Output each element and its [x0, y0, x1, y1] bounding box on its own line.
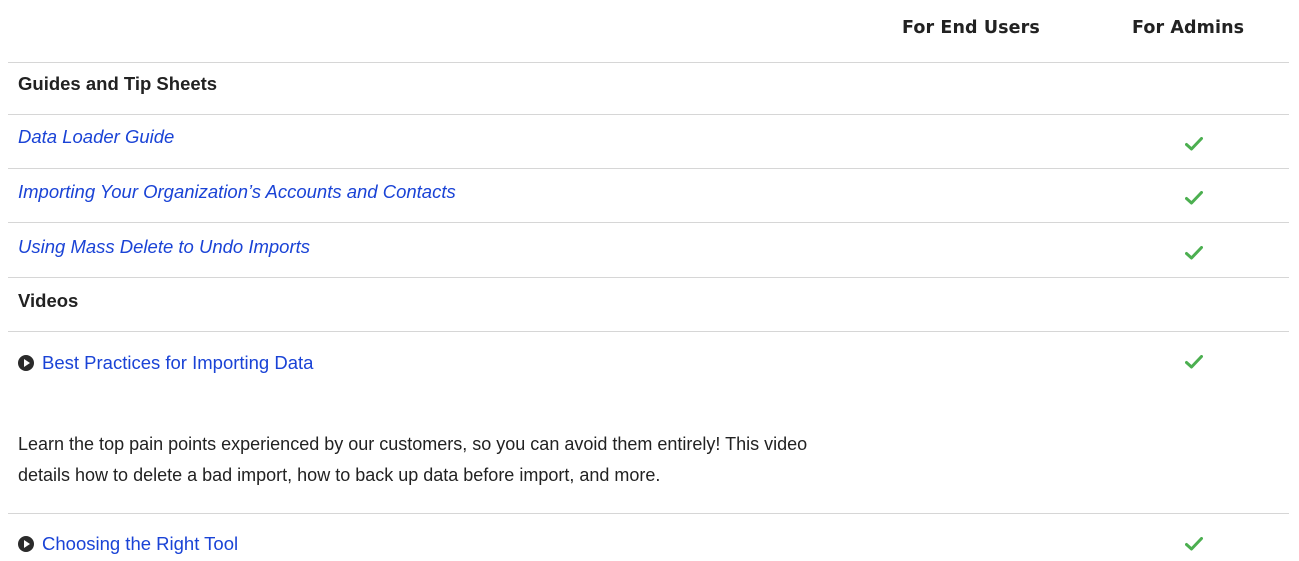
video-link-best-practices[interactable]: Best Practices for Importing Data [42, 352, 313, 374]
divider [8, 513, 1289, 514]
guide-link-mass-delete[interactable]: Using Mass Delete to Undo Imports [18, 236, 310, 258]
checkmark-icon [1185, 537, 1203, 551]
section-title-guides: Guides and Tip Sheets [18, 73, 218, 94]
divider [8, 114, 1289, 115]
video-item-best-practices: Best Practices for Importing Data [18, 352, 313, 374]
play-icon[interactable] [18, 536, 34, 552]
video-link-choosing-tool[interactable]: Choosing the Right Tool [42, 533, 238, 555]
divider [8, 277, 1289, 278]
play-icon[interactable] [18, 355, 34, 371]
guide-link-data-loader[interactable]: Data Loader Guide [18, 126, 174, 148]
checkmark-icon [1185, 191, 1203, 205]
divider [8, 331, 1289, 332]
column-header-admins: For Admins [1132, 18, 1245, 38]
guide-link-importing-accounts[interactable]: Importing Your Organization’s Accounts a… [18, 181, 456, 203]
checkmark-icon [1185, 355, 1203, 369]
column-header-end-users: For End Users [902, 18, 1040, 38]
divider [8, 168, 1289, 169]
checkmark-icon [1185, 246, 1203, 260]
divider [8, 222, 1289, 223]
checkmark-icon [1185, 137, 1203, 151]
section-title-videos: Videos [18, 290, 79, 311]
divider [8, 62, 1289, 63]
video-description: Learn the top pain points experienced by… [18, 434, 808, 485]
video-item-choosing-tool: Choosing the Right Tool [18, 533, 238, 555]
